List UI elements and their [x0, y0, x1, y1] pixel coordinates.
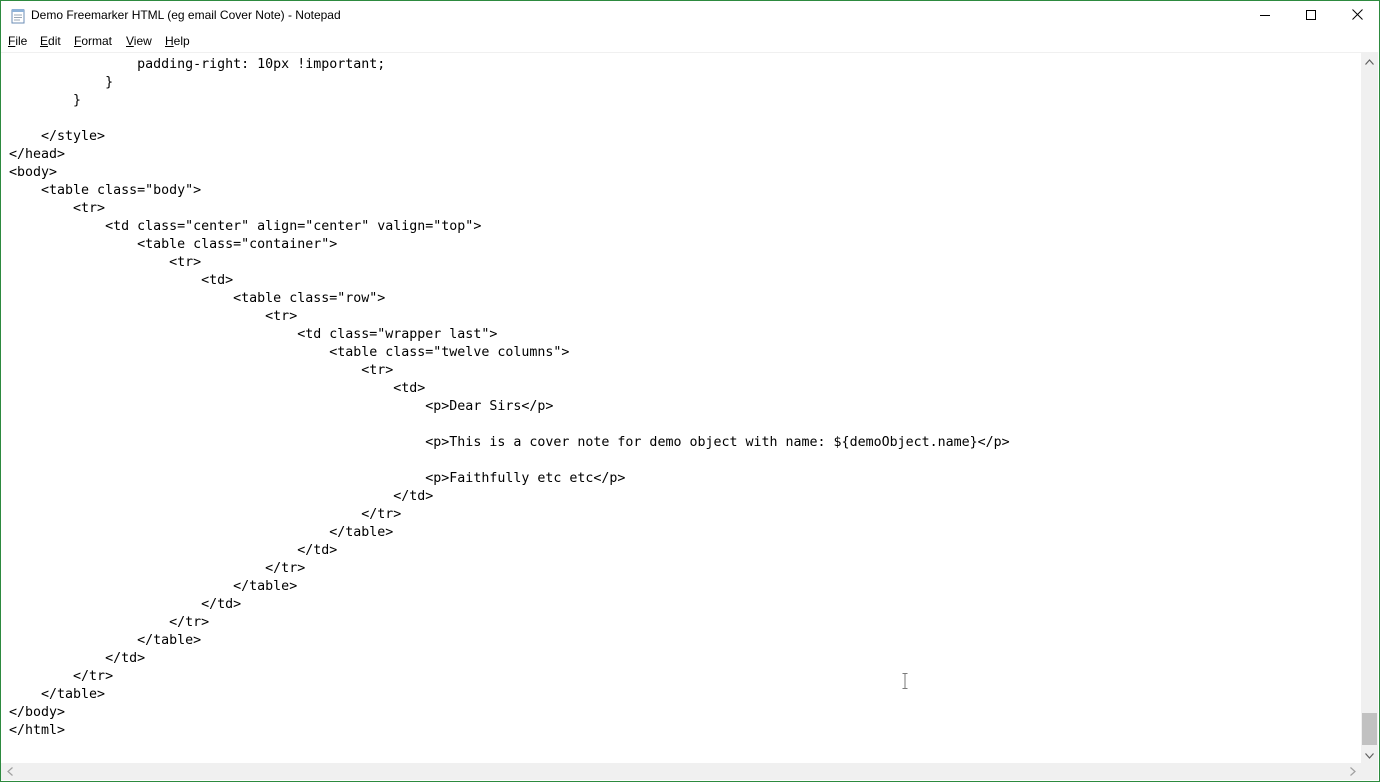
notepad-icon[interactable] [11, 8, 25, 24]
scrollbar-corner [1361, 763, 1378, 780]
scroll-up-button[interactable] [1361, 52, 1378, 69]
title-bar[interactable]: Demo Freemarker HTML (eg email Cover Not… [1, 1, 1379, 31]
menu-bar: File Edit Format View Help [1, 31, 1379, 51]
menu-help-rest: elp [173, 34, 190, 48]
vertical-scroll-thumb[interactable] [1362, 713, 1377, 745]
menu-format[interactable]: Format [74, 34, 112, 48]
scroll-right-button[interactable] [1344, 763, 1361, 780]
scroll-down-arrow-icon [1365, 746, 1374, 764]
maximize-icon [1306, 7, 1316, 25]
horizontal-scrollbar[interactable] [1, 763, 1361, 780]
menu-edit-accel: E [40, 34, 49, 48]
menu-file-rest: ile [15, 34, 28, 48]
menu-view-rest: iew [133, 34, 152, 48]
scroll-down-button[interactable] [1361, 746, 1378, 763]
close-icon [1351, 7, 1363, 25]
menu-file[interactable]: File [8, 34, 27, 48]
menu-format-rest: ormat [81, 34, 113, 48]
scroll-left-arrow-icon [6, 763, 13, 781]
minimize-button[interactable] [1242, 1, 1288, 31]
editor-text[interactable]: padding-right: 10px !important; } } </st… [9, 56, 1010, 740]
notepad-window: Demo Freemarker HTML (eg email Cover Not… [0, 0, 1380, 782]
minimize-icon [1260, 7, 1270, 25]
scroll-up-arrow-icon [1365, 52, 1374, 70]
scroll-left-button[interactable] [1, 763, 18, 780]
text-editor-area[interactable]: padding-right: 10px !important; } } </st… [1, 52, 1361, 764]
menu-edit[interactable]: Edit [40, 34, 61, 48]
scroll-right-arrow-icon [1349, 763, 1356, 781]
window-title: Demo Freemarker HTML (eg email Cover Not… [31, 8, 341, 22]
menu-help-accel: H [165, 34, 174, 48]
menu-help[interactable]: Help [165, 34, 190, 48]
maximize-button[interactable] [1288, 1, 1334, 31]
menu-view-accel: V [126, 34, 134, 48]
vertical-scrollbar[interactable] [1361, 52, 1378, 763]
menu-view[interactable]: View [126, 34, 152, 48]
text-cursor-icon [902, 673, 908, 689]
menu-edit-rest: dit [48, 34, 61, 48]
close-button[interactable] [1334, 1, 1380, 31]
